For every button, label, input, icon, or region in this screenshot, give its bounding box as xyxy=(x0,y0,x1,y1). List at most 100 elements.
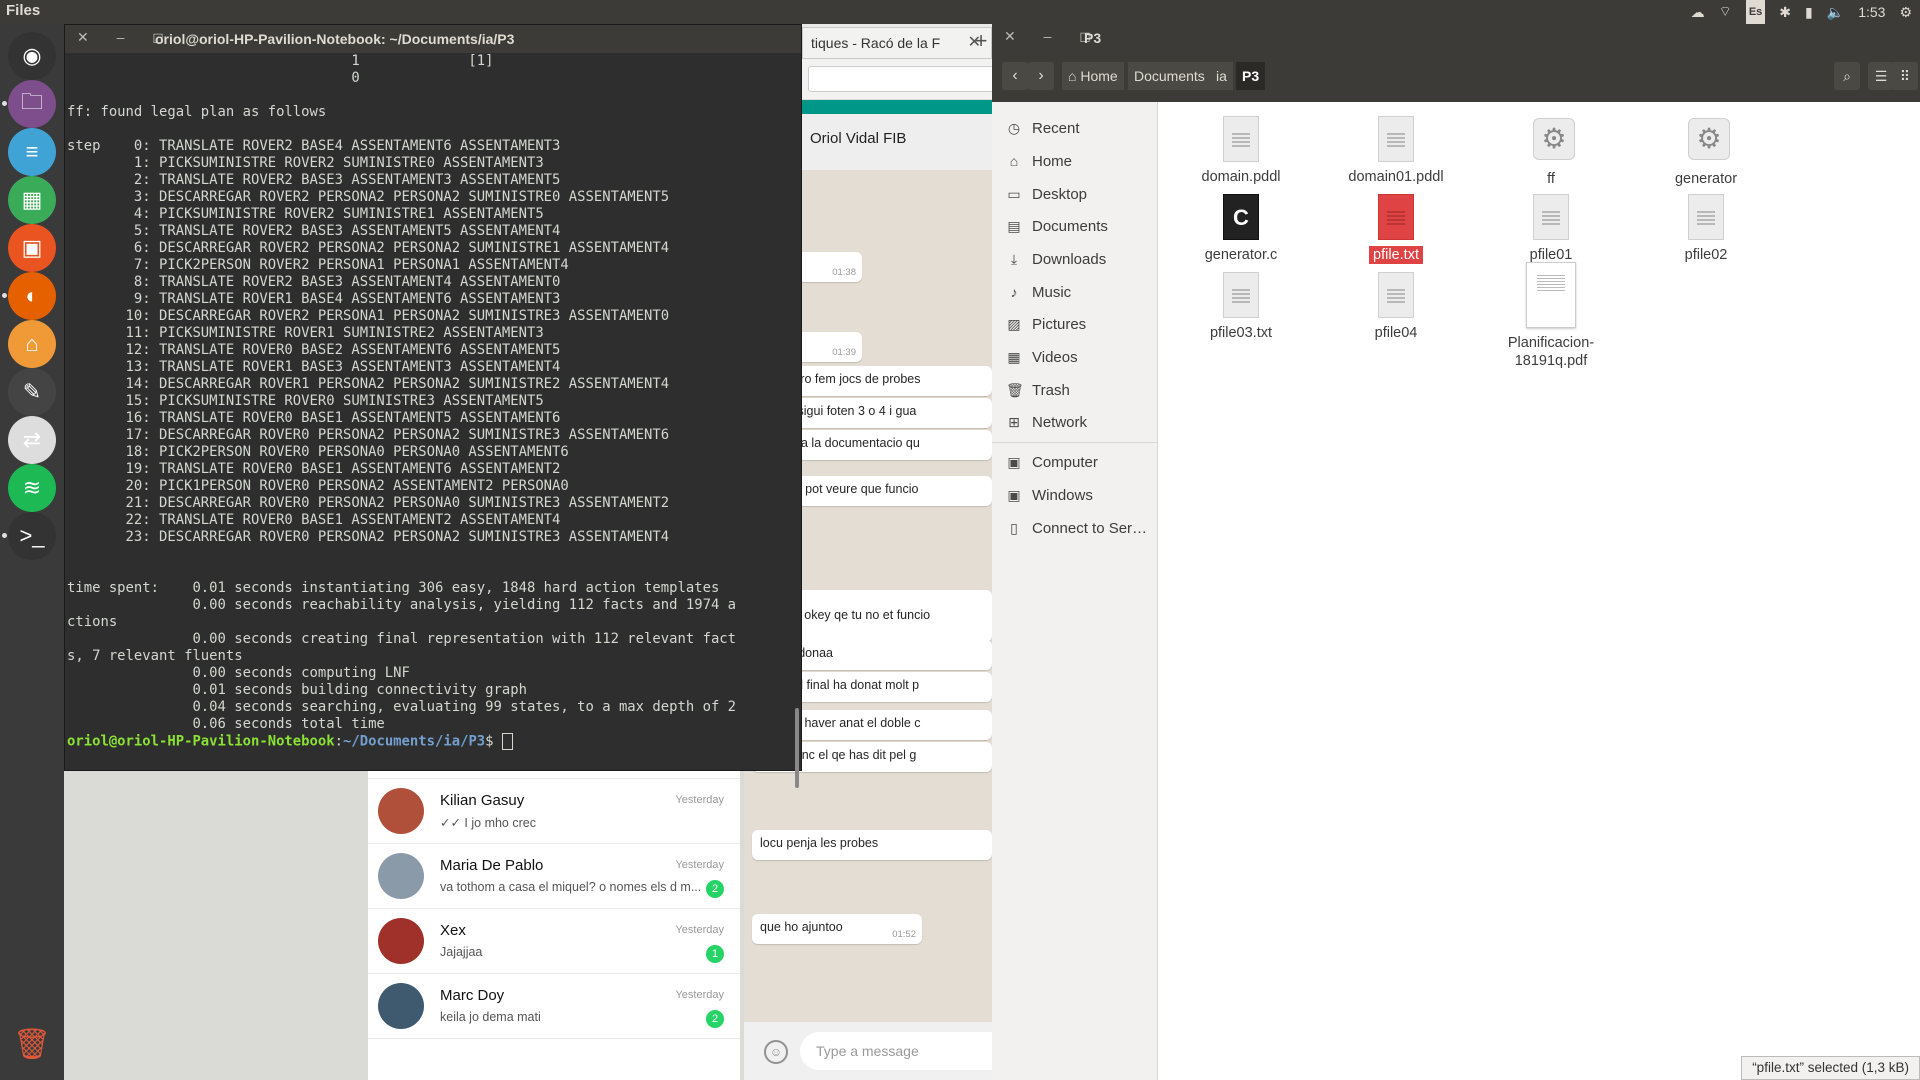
sidebar-item-trash[interactable]: 🗑 Trash xyxy=(1006,378,1070,402)
files-window: ✕ – ◻ P3 ‹ › ⌂ Home Documents ia P3 ⌕ ☰ … xyxy=(992,24,1920,1080)
file-item[interactable]: domain01.pddl xyxy=(1321,116,1471,186)
url-input[interactable] xyxy=(808,66,994,92)
breadcrumb-home[interactable]: ⌂ Home xyxy=(1062,62,1124,90)
document-icon xyxy=(1378,272,1414,318)
settings-icon[interactable]: ⚙ xyxy=(1899,0,1912,24)
breadcrumb-ia[interactable]: ia xyxy=(1210,62,1233,90)
launcher-dash-home[interactable]: ◉ xyxy=(8,32,56,80)
inkscape-icon: ✎ xyxy=(22,379,42,404)
file-item[interactable]: domain.pddl xyxy=(1166,116,1316,186)
sidebar-item-documents[interactable]: ▤ Documents xyxy=(1006,214,1108,238)
contact-date: Yesterday xyxy=(675,989,724,1001)
browser-tab[interactable]: tiques - Racó de la F ✕ xyxy=(802,27,992,58)
server-icon: ▯ xyxy=(1010,520,1018,536)
sidebar-item-windows[interactable]: ▣ Windows xyxy=(1006,483,1092,507)
launcher-inkscape[interactable]: ✎ xyxy=(8,368,56,416)
sidebar-item-pictures[interactable]: ▨ Pictures xyxy=(1006,312,1086,336)
keyboard-layout-indicator[interactable]: Es xyxy=(1745,0,1766,25)
file-page-shape: C xyxy=(1223,194,1259,240)
chat-header[interactable]: Oriol Vidal FIB xyxy=(802,114,992,171)
breadcrumb-p3[interactable]: P3 xyxy=(1236,62,1266,90)
terminal-output[interactable]: 1 [1] 0 ff: found legal plan as follows … xyxy=(67,53,797,771)
launcher-firefox[interactable]: ◐ xyxy=(8,272,56,320)
wifi-icon[interactable]: ⌔ xyxy=(1719,0,1732,24)
launcher-spreadsheet[interactable]: ▦ xyxy=(8,176,56,224)
launcher-switcher[interactable]: ⇄ xyxy=(8,416,56,464)
terminal-titlebar[interactable]: ✕ – ◻ oriol@oriol-HP-Pavilion-Notebook: … xyxy=(65,25,801,53)
file-item[interactable]: Cgenerator.c xyxy=(1166,194,1316,264)
launcher-terminal[interactable]: >_ xyxy=(8,512,56,560)
file-page-shape xyxy=(1378,194,1414,240)
breadcrumb-label: Home xyxy=(1080,68,1118,84)
chat-list-item[interactable]: Xex Yesterday Jajajjaa 1 xyxy=(368,909,740,974)
emoji-icon[interactable]: ☺ xyxy=(764,1040,788,1064)
new-tab-button[interactable]: + xyxy=(970,24,992,58)
sidebar-item-music[interactable]: ♪ Music xyxy=(1006,280,1072,304)
launcher-spotify[interactable]: ≋ xyxy=(8,464,56,512)
file-item[interactable]: Planificacion-18191q.pdf xyxy=(1476,262,1626,370)
launcher-trash[interactable]: 🗑 xyxy=(8,1020,56,1068)
ubuntu-one-icon[interactable]: ☁ xyxy=(1691,0,1705,24)
sidebar-item-recent[interactable]: ◷ Recent xyxy=(1006,116,1080,140)
files-title: P3 xyxy=(1084,30,1102,46)
volume-icon[interactable]: 🔈 xyxy=(1827,0,1844,24)
file-page-shape xyxy=(1378,272,1414,318)
network-icon: ⊞ xyxy=(1008,414,1020,430)
message-bubble[interactable]: locu penja les probes xyxy=(752,830,992,860)
clock[interactable]: 1:53 xyxy=(1858,0,1885,24)
file-item[interactable]: pfile02 xyxy=(1631,194,1781,264)
launcher-impress[interactable]: ▣ xyxy=(8,224,56,272)
chat-list-item[interactable]: Maria De Pablo Yesterday va tothom a casa … xyxy=(368,844,740,909)
launcher-ubuntu-software[interactable]: ⌂ xyxy=(8,320,56,368)
document-icon xyxy=(1378,116,1414,162)
file-item[interactable]: pfile.txt xyxy=(1321,194,1471,264)
sidebar-item-downloads[interactable]: ⤓ Downloads xyxy=(1006,247,1106,271)
download-icon: ⤓ xyxy=(1010,251,1018,267)
sidebar-item-network[interactable]: ⊞ Network xyxy=(1006,410,1087,434)
message-input[interactable]: Type a message xyxy=(800,1032,992,1070)
sidebar-item-desktop[interactable]: ▭ Desktop xyxy=(1006,182,1087,206)
sidebar-item-videos[interactable]: ▦ Videos xyxy=(1006,345,1077,369)
sidebar-item-home[interactable]: ⌂ Home xyxy=(1006,149,1072,173)
prompt-path: ~/Documents/ia/P3 xyxy=(343,733,486,750)
gear-icon: ⚙ xyxy=(1533,118,1575,160)
launcher-text-editor[interactable]: ≡ xyxy=(8,128,56,176)
file-page-shape xyxy=(1378,116,1414,162)
spotify-icon: ≋ xyxy=(22,475,42,500)
desktop-icon: ▭ xyxy=(1007,186,1021,202)
sidebar-item-label: Trash xyxy=(1032,382,1070,399)
forward-button[interactable]: › xyxy=(1028,62,1054,90)
document-icon xyxy=(1223,116,1259,162)
chat-list-item[interactable]: Marc Doy Yesterday keila jo dema mati 2 xyxy=(368,974,740,1039)
c-letter: C xyxy=(1233,205,1249,230)
chat-list-item[interactable]: Kilian Gasuy Yesterday ✓✓ I jo mho crec xyxy=(368,779,740,844)
files-titlebar[interactable]: ✕ – ◻ P3 xyxy=(992,24,1920,52)
file-item[interactable]: ⚙ generator xyxy=(1631,116,1781,188)
file-item[interactable]: ⚙ ff xyxy=(1476,116,1626,188)
sidebar-item-label: Connect to Ser… xyxy=(1032,520,1148,537)
launcher-files[interactable]: 🗀 xyxy=(8,80,56,128)
list-view-icon[interactable]: ☰ xyxy=(1868,62,1894,90)
sidebar-item-connect-to-ser[interactable]: ▯ Connect to Ser… xyxy=(1006,516,1147,540)
grid-view-icon[interactable]: ⠿ xyxy=(1892,62,1918,90)
bluetooth-icon[interactable]: ✱ xyxy=(1779,0,1791,24)
file-item[interactable]: pfile01 xyxy=(1476,194,1626,264)
search-icon[interactable]: ⌕ xyxy=(1834,62,1860,90)
breadcrumb-documents[interactable]: Documents xyxy=(1128,62,1211,90)
sidebar-item-computer[interactable]: ▣ Computer xyxy=(1006,450,1097,474)
file-item[interactable]: pfile03.txt xyxy=(1166,272,1316,342)
sidebar-item-label: Recent xyxy=(1032,120,1080,137)
address-bar xyxy=(802,59,994,100)
terminal-scrollbar[interactable] xyxy=(795,708,799,788)
whatsapp-header-strip xyxy=(802,100,992,114)
message-text: que ho ajuntoo xyxy=(760,920,843,934)
battery-icon[interactable]: ▮ xyxy=(1805,0,1813,24)
document-icon xyxy=(1223,272,1259,318)
back-button[interactable]: ‹ xyxy=(1002,62,1028,90)
prompt-user: oriol@oriol-HP-Pavilion-Notebook xyxy=(67,733,335,750)
impress-icon: ▣ xyxy=(21,235,43,260)
message-bubble[interactable]: que ho ajuntoo 01:52 xyxy=(752,914,922,944)
sidebar-item-label: Documents xyxy=(1032,218,1108,235)
file-name: ff xyxy=(1547,171,1555,187)
file-item[interactable]: pfile04 xyxy=(1321,272,1471,342)
